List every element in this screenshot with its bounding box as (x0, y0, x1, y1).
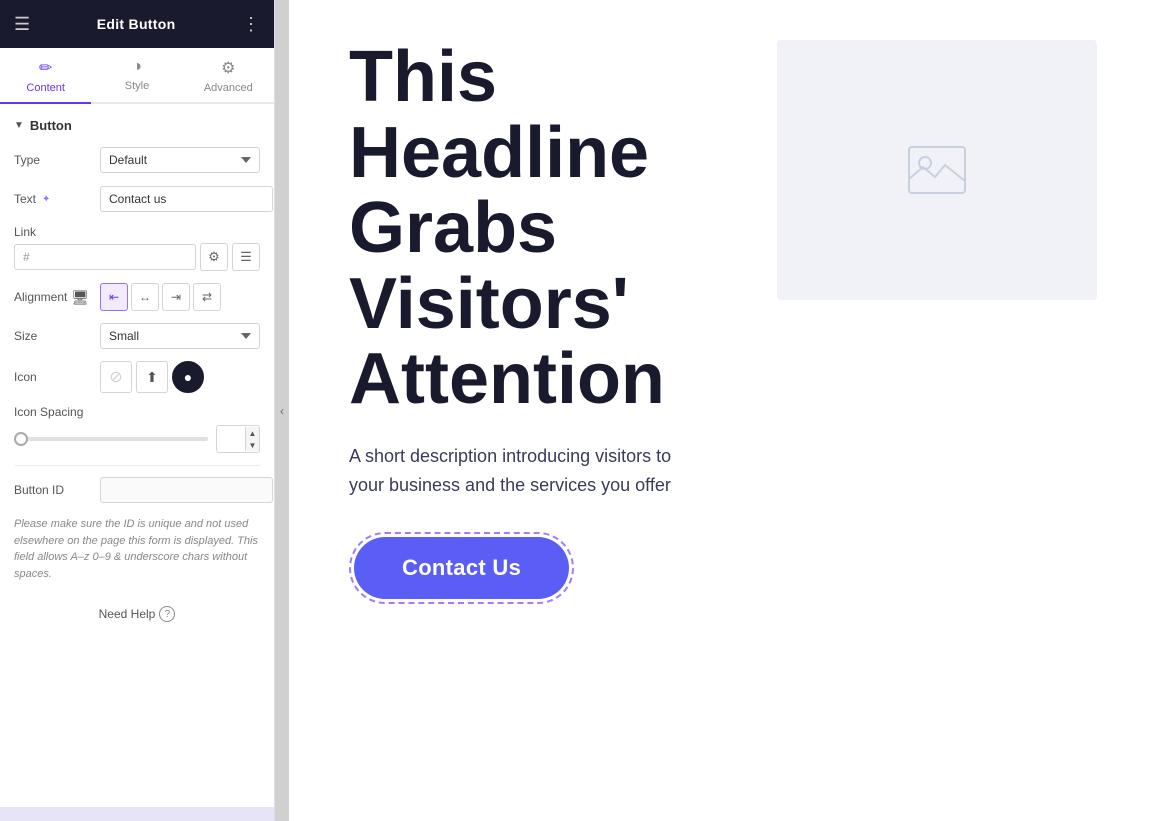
tab-content[interactable]: ✏ Content (0, 48, 91, 104)
type-control: Default Info Success Warning Danger (100, 147, 260, 173)
panel-tabs: ✏ Content ◑ Style ⚙ Advanced (0, 48, 274, 104)
canvas-headline: This Headline Grabs Visitors' Attention (349, 40, 737, 418)
monitor-icon: 🖥 (71, 289, 89, 306)
text-control: ☰ (100, 185, 274, 213)
align-right-btn[interactable]: ⇥ (162, 283, 190, 311)
canvas-description: A short description introducing visitors… (349, 442, 689, 500)
link-input-row: ⚙ ☰ (14, 243, 260, 271)
need-help-label: Need Help (99, 607, 156, 621)
size-label: Size (14, 329, 94, 343)
icon-spacing-slider[interactable] (14, 437, 208, 441)
left-panel: ☰ Edit Button ⋮ ✏ Content ◑ Style ⚙ Adva… (0, 0, 275, 821)
link-row: Link ⚙ ☰ (14, 225, 260, 271)
text-label: Text ✦ (14, 192, 94, 206)
size-select[interactable]: Default Small Medium Large XL (100, 323, 260, 349)
button-selection-outline: Contact Us (349, 532, 574, 604)
advanced-icon: ⚙ (221, 58, 235, 78)
icon-spacing-label: Icon Spacing (14, 405, 260, 419)
upload-icon-btn[interactable]: ⬆ (136, 361, 168, 393)
slider-control: ▲ ▼ (14, 425, 260, 453)
grid-icon[interactable]: ⋮ (242, 14, 260, 35)
button-wrapper: Contact Us (349, 532, 574, 604)
button-id-control: ☰ (100, 476, 274, 504)
icon-row: Icon ⊘ ⬆ ● (14, 361, 260, 393)
text-row: Text ✦ ☰ (14, 185, 260, 213)
type-label: Type (14, 153, 94, 167)
info-text: Please make sure the ID is unique and no… (14, 516, 260, 582)
tab-style-label: Style (125, 80, 149, 92)
canvas-left: This Headline Grabs Visitors' Attention … (349, 40, 737, 604)
text-input[interactable] (100, 186, 273, 212)
link-input[interactable] (14, 244, 196, 270)
button-id-label: Button ID (14, 483, 94, 497)
divider (14, 465, 260, 466)
panel-body: ▼ Button Type Default Info Success Warni… (0, 104, 274, 807)
size-control: Default Small Medium Large XL (100, 323, 260, 349)
type-row: Type Default Info Success Warning Danger (14, 147, 260, 173)
alignment-label: Alignment 🖥 (14, 289, 94, 306)
help-icon: ? (159, 606, 175, 622)
slider-value: ▲ ▼ (216, 425, 260, 453)
link-settings-btn[interactable]: ⚙ (200, 243, 228, 271)
link-options-btn[interactable]: ☰ (232, 243, 260, 271)
style-icon: ◑ (132, 58, 142, 76)
tab-advanced-label: Advanced (204, 82, 253, 94)
icon-group: ⊘ ⬆ ● (100, 361, 204, 393)
content-icon: ✏ (39, 58, 52, 78)
align-left-btn[interactable]: ⇤ (100, 283, 128, 311)
tab-style[interactable]: ◑ Style (91, 48, 182, 104)
icon-label: Icon (14, 370, 94, 384)
panel-bottom (0, 807, 274, 821)
link-label: Link (14, 225, 260, 239)
cta-button[interactable]: Contact Us (354, 537, 569, 599)
image-placeholder-icon (907, 145, 967, 195)
panel-title: Edit Button (97, 16, 176, 32)
icon-spacing-row: Icon Spacing ▲ ▼ (14, 405, 260, 453)
align-center-btn[interactable]: ↔ (131, 283, 159, 311)
section-label: Button (30, 118, 72, 133)
canvas-content: This Headline Grabs Visitors' Attention … (349, 40, 1097, 604)
alignment-control: ⇤ ↔ ⇥ ⇄ (100, 283, 260, 311)
section-header: ▼ Button (14, 118, 260, 133)
alignment-row: Alignment 🖥 ⇤ ↔ ⇥ ⇄ (14, 283, 260, 311)
section-arrow-icon: ▼ (14, 120, 24, 131)
circle-icon-btn[interactable]: ● (172, 361, 204, 393)
button-id-input[interactable] (100, 477, 273, 503)
menu-icon[interactable]: ☰ (14, 14, 30, 35)
no-icon-btn[interactable]: ⊘ (100, 361, 132, 393)
spinner-up[interactable]: ▲ (245, 427, 259, 439)
alignment-buttons: ⇤ ↔ ⇥ ⇄ (100, 283, 221, 311)
right-canvas: This Headline Grabs Visitors' Attention … (289, 0, 1157, 821)
tab-advanced[interactable]: ⚙ Advanced (183, 48, 274, 104)
canvas-image-placeholder (777, 40, 1097, 300)
icon-control: ⊘ ⬆ ● (100, 361, 260, 393)
panel-header: ☰ Edit Button ⋮ (0, 0, 274, 48)
need-help[interactable]: Need Help ? (14, 596, 260, 632)
tab-content-label: Content (26, 82, 65, 94)
align-justify-btn[interactable]: ⇄ (193, 283, 221, 311)
slider-spinner: ▲ ▼ (245, 427, 259, 451)
collapse-handle[interactable]: ‹ (275, 0, 289, 821)
type-select[interactable]: Default Info Success Warning Danger (100, 147, 260, 173)
dynamic-icon[interactable]: ✦ (42, 194, 50, 205)
button-id-row: Button ID ☰ (14, 476, 260, 504)
size-row: Size Default Small Medium Large XL (14, 323, 260, 349)
spinner-down[interactable]: ▼ (245, 439, 259, 451)
